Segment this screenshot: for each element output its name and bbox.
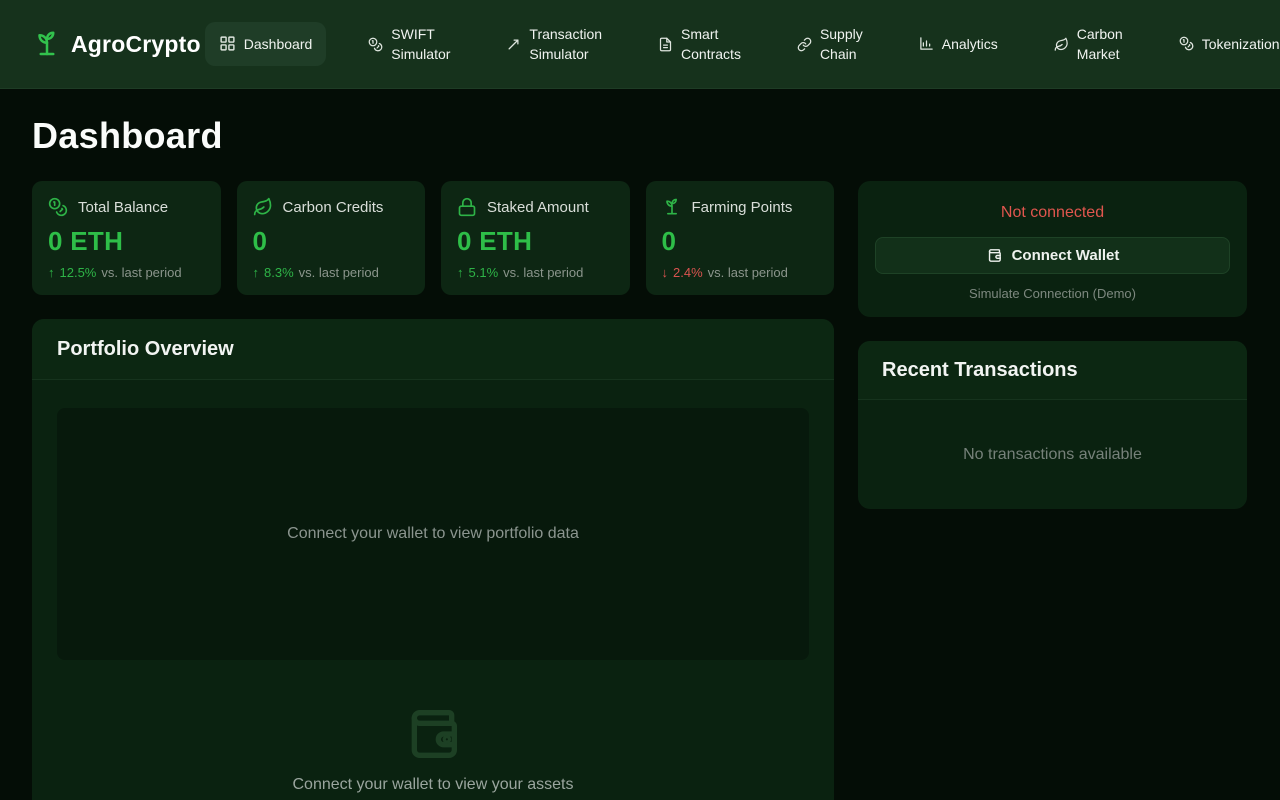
stats-grid: Total Balance 0 ETH ↑ 12.5% vs. last per…	[32, 181, 834, 295]
portfolio-header: Portfolio Overview	[32, 319, 834, 380]
stat-label: Staked Amount	[487, 198, 589, 216]
stat-change: ↓ 2.4% vs. last period	[662, 265, 819, 280]
main-content: Dashboard Total Balance 0 ETH ↑ 12.5% vs…	[0, 115, 1280, 800]
assets-empty-text: Connect your wallet to view your assets	[292, 776, 574, 793]
left-column: Total Balance 0 ETH ↑ 12.5% vs. last per…	[32, 181, 834, 800]
stat-card-carbon-credits: Carbon Credits 0 ↑ 8.3% vs. last period	[236, 181, 425, 295]
portfolio-chart-placeholder-text: Connect your wallet to view portfolio da…	[287, 525, 579, 542]
stat-value: 0	[661, 226, 677, 256]
portfolio-overview-panel: Portfolio Overview Connect your wallet t…	[32, 319, 834, 800]
right-column: Not connected Connect Wallet Simulate Co…	[858, 181, 1247, 509]
transactions-empty-state: No transactions available	[858, 400, 1247, 509]
trend-arrow-icon: ↓	[661, 265, 669, 280]
brand: AgroCrypto	[32, 29, 201, 59]
stat-card-farming-points: Farming Points 0 ↓ 2.4% vs. last period	[645, 181, 834, 295]
nav-items: Dashboard SWIFT Simulator Transaction Si…	[204, 12, 1280, 77]
leaf-icon	[253, 197, 273, 217]
stat-label: Carbon Credits	[282, 198, 384, 216]
nav-item-label: Transaction Simulator	[529, 25, 603, 62]
stat-change-pct: 5.1%	[468, 265, 499, 280]
coins-icon	[48, 197, 68, 217]
portfolio-title: Portfolio Overview	[57, 337, 234, 360]
stat-card-staked-amount: Staked Amount 0 ETH ↑ 5.1% vs. last peri…	[441, 181, 630, 295]
nav-item-label: Supply Chain	[819, 25, 863, 62]
sprout-icon	[32, 29, 62, 59]
nav-item-supply-chain[interactable]: Supply Chain	[783, 12, 877, 77]
nav-item-dashboard[interactable]: Dashboard	[204, 21, 327, 67]
simulate-connection-link[interactable]: Simulate Connection (Demo)	[875, 286, 1230, 301]
nav-item-analytics[interactable]: Analytics	[905, 22, 1012, 66]
file-text-icon	[658, 37, 673, 52]
coins-icon	[1179, 36, 1194, 51]
stat-card-total-balance: Total Balance 0 ETH ↑ 12.5% vs. last per…	[32, 181, 221, 295]
link-icon	[797, 37, 812, 52]
stat-value: 0 ETH	[48, 226, 124, 256]
nav-item-tokenization[interactable]: Tokenization	[1165, 22, 1280, 66]
brand-name: AgroCrypto	[71, 30, 201, 57]
nav-item-swift-simulator[interactable]: SWIFT Simulator	[354, 12, 464, 77]
transactions-empty-text: No transactions available	[963, 445, 1142, 463]
bar-chart-icon	[919, 36, 934, 51]
sprout-icon	[662, 197, 682, 217]
stat-change-pct: 2.4%	[673, 265, 703, 280]
stat-label: Farming Points	[691, 198, 793, 216]
wallet-icon	[986, 247, 1003, 264]
stat-label: Total Balance	[78, 198, 169, 216]
stat-change-note: vs. last period	[503, 265, 584, 280]
wallet-icon	[401, 702, 465, 766]
transactions-header: Recent Transactions	[858, 341, 1247, 400]
stat-value: 0 ETH	[457, 226, 533, 256]
recent-transactions-panel: Recent Transactions No transactions avai…	[858, 341, 1247, 509]
stat-change: ↑ 12.5% vs. last period	[48, 265, 205, 280]
connect-wallet-label: Connect Wallet	[1011, 247, 1120, 264]
trend-arrow-icon: ↑	[48, 265, 55, 280]
stat-change-note: vs. last period	[298, 265, 379, 280]
leaf-icon	[1054, 37, 1069, 52]
stat-change-note: vs. last period	[707, 265, 788, 280]
layout-grid-icon	[219, 35, 236, 52]
portfolio-chart-placeholder: Connect your wallet to view portfolio da…	[57, 408, 809, 660]
stat-change: ↑ 5.1% vs. last period	[457, 265, 614, 280]
wallet-connection-panel: Not connected Connect Wallet Simulate Co…	[858, 181, 1247, 317]
nav-item-label: Smart Contracts	[681, 25, 741, 62]
trend-arrow-icon: ↑	[252, 265, 260, 280]
transactions-title: Recent Transactions	[882, 358, 1078, 381]
stat-change: ↑ 8.3% vs. last period	[253, 265, 410, 280]
nav-item-label: Analytics	[941, 35, 998, 52]
assets-empty-state: Connect your wallet to view your assets	[57, 702, 809, 794]
lock-icon	[457, 197, 477, 217]
stat-value: 0	[252, 226, 268, 256]
connection-status: Not connected	[1000, 204, 1105, 221]
nav-item-transaction-simulator[interactable]: Transaction Simulator	[492, 12, 616, 77]
stat-change-pct: 8.3%	[264, 265, 294, 280]
portfolio-body: Connect your wallet to view portfolio da…	[32, 380, 834, 794]
nav-item-label: SWIFT Simulator	[391, 25, 451, 62]
nav-item-smart-contracts[interactable]: Smart Contracts	[644, 12, 755, 77]
connect-wallet-button[interactable]: Connect Wallet	[875, 237, 1230, 274]
top-navigation: AgroCrypto Dashboard SWIFT Simulator Tra…	[0, 0, 1280, 89]
main-grid: Total Balance 0 ETH ↑ 12.5% vs. last per…	[32, 181, 1248, 800]
coins-icon	[368, 37, 383, 52]
trend-arrow-icon: ↑	[457, 265, 464, 280]
page-title: Dashboard	[32, 115, 223, 156]
send-arrow-icon	[506, 37, 521, 52]
stat-change-note: vs. last period	[101, 265, 182, 280]
nav-item-label: Carbon Market	[1076, 25, 1123, 62]
nav-item-label: Dashboard	[243, 35, 313, 52]
stat-change-pct: 12.5%	[59, 265, 97, 280]
nav-item-label: Tokenization	[1201, 35, 1280, 52]
nav-item-carbon-market[interactable]: Carbon Market	[1040, 12, 1137, 77]
